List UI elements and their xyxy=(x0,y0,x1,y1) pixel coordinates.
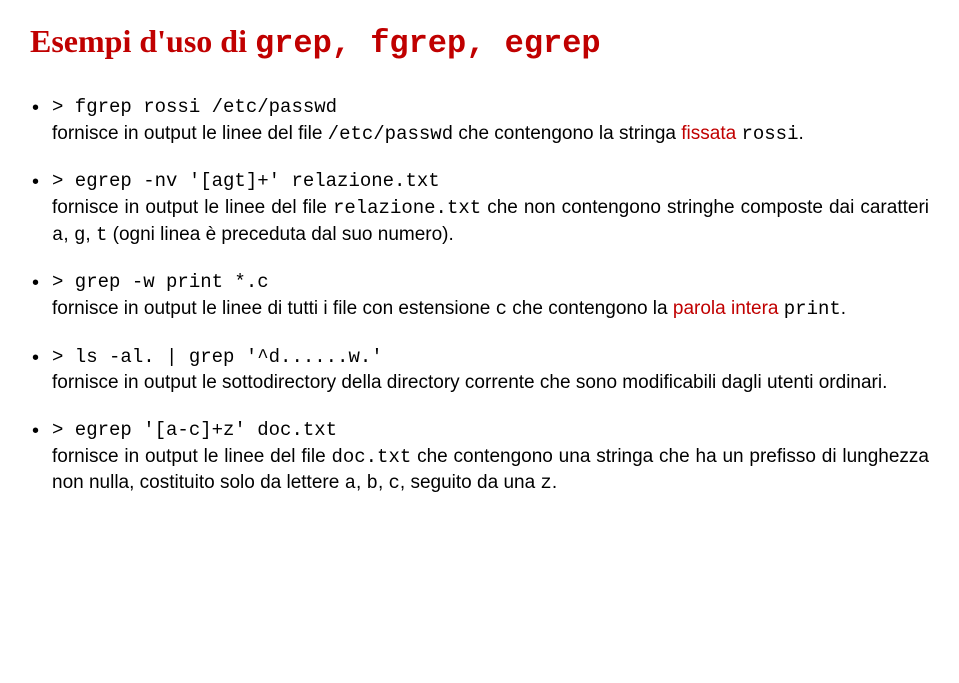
code-inline: relazione.txt xyxy=(333,197,481,219)
text: fornisce in output le linee del file xyxy=(52,446,331,467)
text: , xyxy=(356,472,367,493)
description: fornisce in output le linee del file doc… xyxy=(52,444,929,497)
text: , seguito da una xyxy=(400,472,541,493)
text: , xyxy=(63,224,74,245)
code-inline: c xyxy=(496,298,507,320)
text: (ogni linea è preceduta dal suo numero). xyxy=(107,224,453,245)
code-inline: print xyxy=(784,298,841,320)
command-line: > ls -al. | grep '^d......w.' xyxy=(52,345,929,371)
highlight: parola intera xyxy=(673,298,779,319)
code-inline: doc.txt xyxy=(331,446,411,468)
code-inline: rossi xyxy=(741,123,798,145)
list-item: > fgrep rossi /etc/passwd fornisce in ou… xyxy=(30,95,929,147)
description: fornisce in output le sottodirectory del… xyxy=(52,370,929,396)
text: , xyxy=(85,224,96,245)
command-line: > grep -w print *.c xyxy=(52,270,929,296)
text: fornisce in output le linee del file xyxy=(52,123,328,144)
command-line: > fgrep rossi /etc/passwd xyxy=(52,95,929,121)
text: fornisce in output le linee del file xyxy=(52,197,333,218)
description: fornisce in output le linee del file /et… xyxy=(52,121,929,148)
example-list: > fgrep rossi /etc/passwd fornisce in ou… xyxy=(30,95,929,497)
text: , xyxy=(378,472,389,493)
code-inline: z xyxy=(540,472,551,494)
text: fornisce in output le linee di tutti i f… xyxy=(52,298,496,319)
code-inline: a xyxy=(52,224,63,246)
list-item: > egrep -nv '[agt]+' relazione.txt forni… xyxy=(30,169,929,248)
list-item: > grep -w print *.c fornisce in output l… xyxy=(30,270,929,322)
text: che contengono la xyxy=(507,298,673,319)
text: che contengono la stringa xyxy=(453,123,681,144)
title-prefix: Esempi d'uso di xyxy=(30,23,255,59)
highlight: fissata xyxy=(681,123,736,144)
page-title: Esempi d'uso di grep, fgrep, egrep xyxy=(30,20,929,65)
text: che non contengono stringhe composte dai… xyxy=(481,197,929,218)
text: . xyxy=(841,298,846,319)
command-line: > egrep '[a-c]+z' doc.txt xyxy=(52,418,929,444)
text: . xyxy=(552,472,557,493)
description: fornisce in output le linee di tutti i f… xyxy=(52,296,929,323)
code-inline: t xyxy=(96,224,107,246)
text: . xyxy=(798,123,803,144)
code-inline: a xyxy=(345,472,356,494)
list-item: > ls -al. | grep '^d......w.' fornisce i… xyxy=(30,345,929,396)
code-inline: g xyxy=(74,224,85,246)
code-inline: /etc/passwd xyxy=(328,123,453,145)
title-mono: grep, fgrep, egrep xyxy=(255,25,601,62)
list-item: > egrep '[a-c]+z' doc.txt fornisce in ou… xyxy=(30,418,929,497)
text: fornisce in output le sottodirectory del… xyxy=(52,372,887,393)
code-inline: b xyxy=(367,472,378,494)
command-line: > egrep -nv '[agt]+' relazione.txt xyxy=(52,169,929,195)
description: fornisce in output le linee del file rel… xyxy=(52,195,929,248)
code-inline: c xyxy=(389,472,400,494)
